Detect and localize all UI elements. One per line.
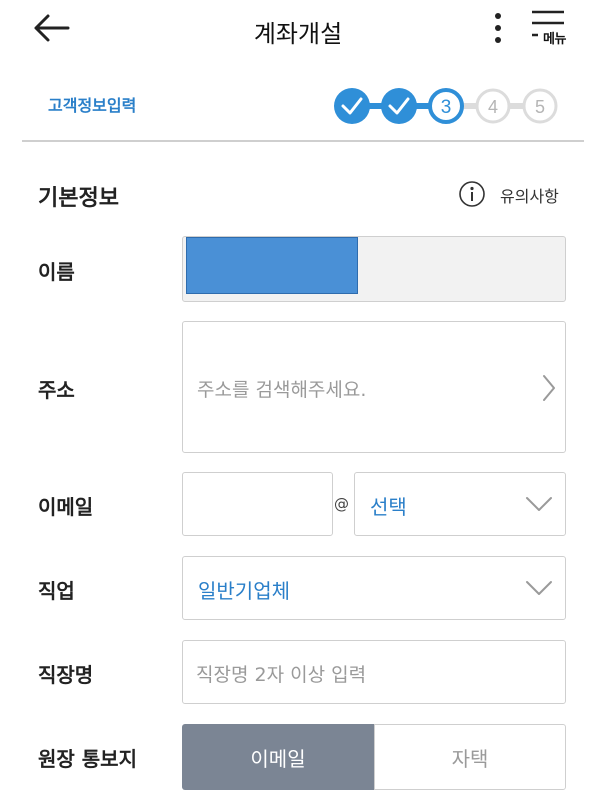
svg-text:4: 4 — [488, 97, 498, 117]
redacted-name-block — [186, 237, 358, 294]
address-label: 주소 — [38, 378, 75, 402]
svg-text:5: 5 — [535, 97, 545, 117]
step-progress: 3 4 5 — [334, 88, 558, 124]
job-value: 일반기업체 — [198, 579, 290, 603]
step-1-complete-icon — [334, 88, 370, 124]
statement-destination-label: 원장 통보지 — [38, 747, 137, 771]
workplace-label: 직장명 — [38, 663, 94, 687]
email-label: 이메일 — [38, 495, 94, 519]
chevron-down-icon — [526, 581, 552, 595]
job-label: 직업 — [38, 579, 75, 603]
email-domain-value: 선택 — [370, 495, 407, 519]
step-2-complete-icon — [381, 88, 417, 124]
email-at-sign: @ — [334, 495, 349, 513]
step-title: 고객정보입력 — [48, 96, 137, 115]
more-options-icon[interactable] — [486, 10, 510, 46]
menu-label: 메뉴 — [543, 32, 566, 47]
divider — [22, 140, 584, 142]
chevron-right-icon[interactable] — [538, 372, 560, 404]
svg-text:3: 3 — [441, 97, 452, 118]
step-3-current: 3 — [428, 88, 464, 124]
email-id-input[interactable] — [182, 472, 333, 536]
workplace-placeholder: 직장명 2자 이상 입력 — [196, 664, 367, 686]
address-placeholder: 주소를 검색해주세요. — [197, 379, 367, 401]
info-icon[interactable] — [458, 180, 486, 208]
chevron-down-icon — [526, 497, 552, 511]
name-label: 이름 — [38, 260, 75, 284]
step-4-pending: 4 — [475, 88, 511, 124]
step-5-pending: 5 — [522, 88, 558, 124]
section-title: 기본정보 — [38, 186, 119, 211]
statement-option-home[interactable]: 자택 — [374, 724, 566, 790]
notice-link[interactable]: 유의사항 — [500, 183, 559, 207]
statement-option-email[interactable]: 이메일 — [182, 724, 374, 790]
